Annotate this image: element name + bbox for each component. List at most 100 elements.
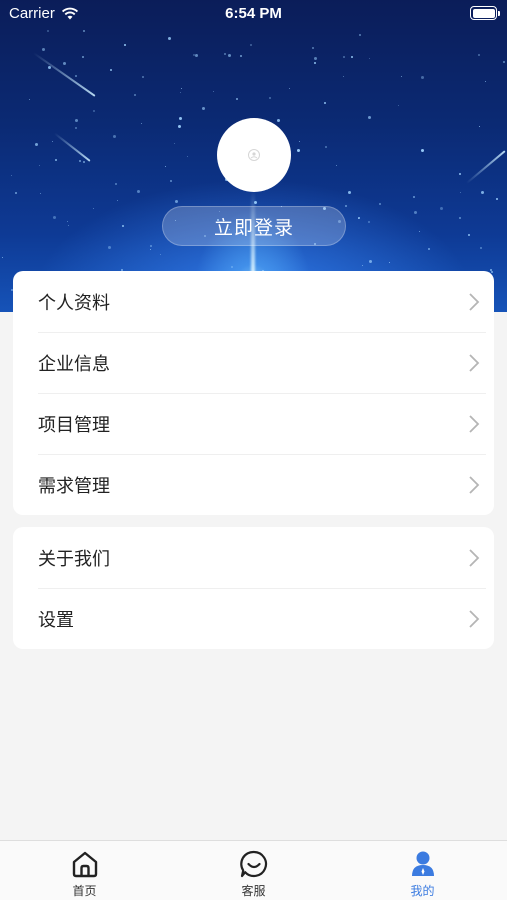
star [240,55,243,57]
tab-label: 首页 [72,884,97,898]
star [459,172,462,175]
menu-item-personal-info[interactable]: 个人资料 [13,271,494,332]
star [75,127,78,130]
star [412,195,415,198]
star [254,200,258,204]
star [335,164,337,166]
menu-item-company-info[interactable]: 企业信息 [13,332,494,393]
star [159,253,161,255]
star [358,33,361,36]
star [170,180,173,183]
star [250,44,253,47]
star [67,225,69,227]
primary-menu-card: 个人资料 企业信息 项目管理 需求管理 [13,271,494,515]
chevron-right-icon [469,548,480,567]
avatar[interactable] [217,118,291,192]
menu-item-about-us[interactable]: 关于我们 [13,527,494,588]
secondary-menu-card: 关于我们 设置 [13,527,494,649]
clock: 6:54 PM [225,5,282,22]
star [93,207,95,209]
tab-customer-service[interactable]: 客服 [169,841,338,900]
star [121,225,124,228]
login-button[interactable]: 立即登录 [162,206,346,246]
tab-home[interactable]: 首页 [0,841,169,900]
star [109,69,112,72]
star [235,97,238,100]
star [367,116,371,120]
star [478,54,481,57]
tab-bar: 首页 客服 我的 [0,840,507,900]
star [296,149,300,153]
star [223,53,226,56]
chevron-right-icon [469,414,480,433]
chevron-right-icon [469,353,480,372]
star [496,198,499,201]
star [174,200,178,204]
star [357,217,360,220]
star [481,190,485,194]
star [178,124,182,128]
star [369,259,373,263]
star [178,116,182,120]
star [345,204,348,207]
star [10,175,12,177]
star [81,55,84,58]
star [479,246,482,249]
star [149,245,152,248]
menu-item-label: 需求管理 [38,475,110,497]
user-icon [411,851,434,876]
tab-label: 客服 [241,884,266,898]
star [420,148,424,152]
star [74,118,78,122]
star [314,56,318,60]
star [421,75,425,79]
star [53,215,57,219]
star [42,48,46,52]
star [467,233,470,236]
star [440,206,444,210]
tab-mine[interactable]: 我的 [338,841,507,900]
home-icon [72,851,97,878]
star [82,160,85,163]
star [133,93,136,96]
menu-item-project-management[interactable]: 项目管理 [13,393,494,454]
star [47,66,51,70]
star [418,230,420,232]
star [459,216,462,219]
status-bar: Carrier 6:54 PM [0,0,507,28]
star [388,261,390,263]
star [34,143,38,147]
star [142,76,145,78]
menu-item-label: 个人资料 [38,292,110,314]
avatar-placeholder-icon [248,149,260,161]
star [137,189,141,193]
chevron-right-icon [469,609,480,628]
meteor-streak [53,132,91,162]
star [428,248,431,251]
chevron-right-icon [469,292,480,311]
menu-item-label: 设置 [38,609,74,631]
star [180,92,182,94]
star [348,190,352,194]
star [113,135,117,139]
star [269,96,272,99]
star [123,43,126,46]
menu-item-demand-management[interactable]: 需求管理 [13,454,494,515]
star [47,30,50,33]
star [325,145,328,148]
star [231,265,234,268]
star [400,75,402,77]
star [39,192,41,194]
star [369,57,371,59]
star [28,99,30,101]
star [201,106,205,110]
tab-label: 我的 [410,884,435,898]
star [228,54,232,58]
star [164,166,166,168]
menu-item-settings[interactable]: 设置 [13,588,494,649]
star [83,30,86,33]
star [479,126,481,128]
star [288,88,290,90]
star [14,192,17,195]
star [181,88,183,90]
